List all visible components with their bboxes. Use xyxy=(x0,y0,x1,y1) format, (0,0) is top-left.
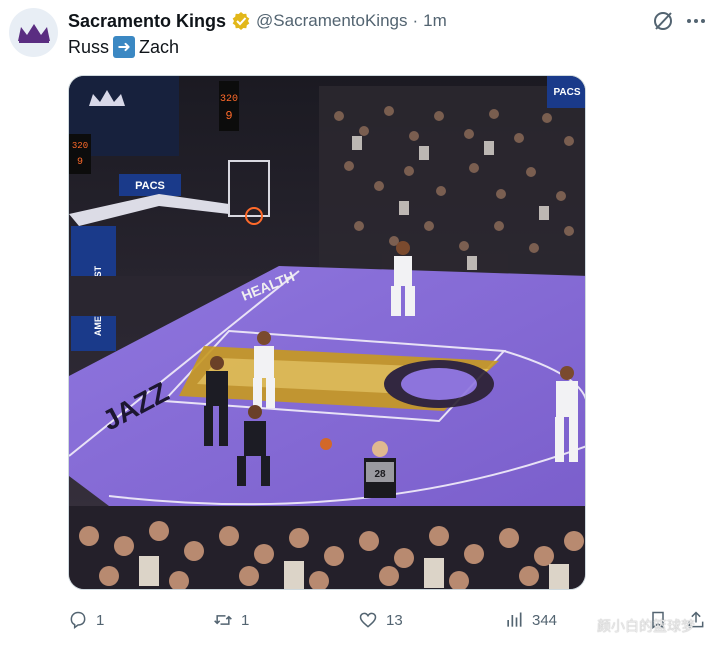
tweet[interactable]: Sacramento Kings @SacramentoKings · 1m R… xyxy=(0,0,720,645)
like-button[interactable]: 13 xyxy=(358,606,403,634)
grok-icon[interactable] xyxy=(651,9,675,33)
display-name[interactable]: Sacramento Kings xyxy=(68,11,226,32)
more-options-icon[interactable] xyxy=(684,9,708,33)
tweet-text: Russ ➜ Zach xyxy=(68,36,179,58)
watermark: 颜小白的篮球梦 xyxy=(597,618,695,634)
reply-count: 1 xyxy=(96,611,105,629)
reply-icon xyxy=(70,611,86,629)
left-shotclock-top: 320 xyxy=(72,141,88,151)
views-count: 344 xyxy=(532,611,558,629)
separator: · xyxy=(412,11,419,30)
tweet-text-part-1: Russ xyxy=(68,36,110,57)
timestamp[interactable]: 1m xyxy=(423,11,447,31)
pacs-corner-sign: PACS xyxy=(553,87,580,98)
scoreboard-bottom: 9 xyxy=(225,109,232,123)
views-button[interactable]: 344 xyxy=(504,606,557,634)
pacs-banner: PACS xyxy=(135,180,165,192)
tweet-text-part-2: Zach xyxy=(139,36,180,57)
avatar[interactable] xyxy=(9,8,58,57)
left-shotclock-bottom: 9 xyxy=(77,157,83,168)
kings-crown-logo-icon xyxy=(9,8,58,57)
verified-badge-icon[interactable] xyxy=(231,11,251,31)
views-chart-icon xyxy=(507,612,522,627)
retweet-count: 1 xyxy=(241,611,250,629)
right-arrow-emoji-icon: ➜ xyxy=(113,36,136,58)
referee-number: 28 xyxy=(374,469,386,480)
basketball-game-frame: 320 9 320 9 PACS PACS AMERICA FIRST xyxy=(69,76,585,589)
crowd-upper xyxy=(319,86,585,276)
tweet-header: Sacramento Kings @SacramentoKings · 1m xyxy=(68,10,447,32)
basketball xyxy=(320,438,332,450)
reply-button[interactable]: 1 xyxy=(68,606,104,634)
scoreboard-top: 320 xyxy=(220,94,238,105)
retweet-icon xyxy=(214,615,232,625)
handle[interactable]: @SacramentoKings xyxy=(256,11,407,31)
retweet-button[interactable]: 1 xyxy=(213,606,249,634)
like-count: 13 xyxy=(386,611,403,629)
heart-icon xyxy=(359,612,377,628)
tweet-media-video[interactable]: 320 9 320 9 PACS PACS AMERICA FIRST xyxy=(68,75,586,590)
